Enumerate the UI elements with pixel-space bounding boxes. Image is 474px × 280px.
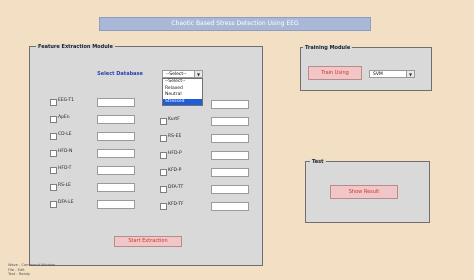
feature-row: EEG-T1 bbox=[50, 98, 140, 107]
feature-value-field[interactable] bbox=[211, 185, 249, 194]
feature-checkbox[interactable] bbox=[50, 150, 57, 157]
feature-value-field[interactable] bbox=[97, 132, 135, 141]
start-extraction-button[interactable]: Start Extraction bbox=[114, 236, 182, 247]
feature-label: HFD-T bbox=[58, 166, 72, 171]
feature-checkbox[interactable] bbox=[50, 201, 57, 208]
feature-label: RS-LE bbox=[58, 183, 71, 188]
feature-checkbox[interactable] bbox=[160, 152, 167, 159]
feature-row: KurtF bbox=[160, 117, 252, 126]
feature-checkbox[interactable] bbox=[50, 99, 57, 106]
feature-value-field[interactable] bbox=[97, 115, 135, 124]
feature-row: KFD-TF bbox=[160, 202, 252, 211]
feature-row: HFD-P bbox=[160, 151, 252, 160]
feature-value-field[interactable] bbox=[211, 100, 249, 109]
feature-row: DFA-TT bbox=[160, 185, 252, 194]
feature-value-field[interactable] bbox=[97, 183, 135, 192]
feature-label: ApEn bbox=[58, 115, 70, 120]
database-dropdown[interactable]: --Select-- ▼ bbox=[162, 70, 203, 78]
feature-label: CD-LE bbox=[58, 132, 72, 137]
feature-checkbox[interactable] bbox=[50, 133, 57, 140]
feature-checkbox[interactable] bbox=[160, 186, 167, 193]
feature-checkbox[interactable] bbox=[160, 203, 167, 210]
feature-row: ApEn bbox=[50, 115, 140, 124]
feature-checkbox[interactable] bbox=[160, 135, 167, 142]
feature-label: RS-EE bbox=[168, 134, 182, 139]
chevron-down-icon[interactable]: ▼ bbox=[406, 71, 414, 77]
status-area: Wave - Command Window File - Edit Text -… bbox=[8, 263, 78, 277]
feature-value-field[interactable] bbox=[97, 149, 135, 158]
feature-label: HFD-N bbox=[58, 149, 73, 154]
feature-value-field[interactable] bbox=[97, 166, 135, 175]
database-selected-value: --Select-- bbox=[166, 72, 187, 77]
feature-row: HFD-T bbox=[50, 166, 140, 175]
feature-row: HFD-N bbox=[50, 149, 140, 158]
feature-value-field[interactable] bbox=[211, 168, 249, 177]
train-using-button[interactable]: Train Using bbox=[308, 66, 362, 80]
feature-value-field[interactable] bbox=[211, 117, 249, 126]
feature-value-field[interactable] bbox=[211, 202, 249, 211]
classifier-selected-value: SVM bbox=[373, 72, 383, 77]
feature-label: KFD-P bbox=[168, 168, 182, 173]
feature-checkbox[interactable] bbox=[160, 118, 167, 125]
feature-row: KFD-P bbox=[160, 168, 252, 177]
feature-row: DFA-LE bbox=[50, 200, 140, 209]
feature-value-field[interactable] bbox=[211, 134, 249, 143]
feature-label: KurtF bbox=[168, 117, 180, 122]
feature-label: DFA-TT bbox=[168, 185, 184, 190]
feature-label: HFD-P bbox=[168, 151, 182, 156]
select-database-label: Select Database bbox=[97, 71, 143, 77]
app-title: Chaotic Based Stress Detection Using EEG bbox=[99, 17, 371, 31]
result-panel-label: Test bbox=[310, 159, 326, 165]
feature-label: KFD-TF bbox=[168, 202, 184, 207]
feature-row: RS-LE bbox=[50, 183, 140, 192]
show-result-button[interactable]: Show Result bbox=[330, 185, 398, 199]
feature-value-field[interactable] bbox=[97, 98, 135, 107]
classifier-dropdown[interactable]: SVM ▼ bbox=[369, 70, 415, 78]
feature-value-field[interactable] bbox=[97, 200, 135, 209]
feature-row: RS-EE bbox=[160, 134, 252, 143]
chevron-down-icon[interactable]: ▼ bbox=[194, 71, 202, 77]
status-line: Text - Ready bbox=[8, 272, 31, 276]
feature-checkbox[interactable] bbox=[50, 167, 57, 174]
feature-label: EEG-T1 bbox=[58, 98, 74, 103]
feature-checkbox[interactable] bbox=[50, 116, 57, 123]
feature-row bbox=[160, 100, 252, 109]
feature-checkbox[interactable] bbox=[160, 169, 167, 176]
training-module-label: Training Module bbox=[303, 45, 353, 51]
feature-label: DFA-LE bbox=[58, 200, 74, 205]
feature-extraction-label: Feature Extraction Module bbox=[36, 44, 115, 50]
feature-value-field[interactable] bbox=[211, 151, 249, 160]
feature-row: CD-LE bbox=[50, 132, 140, 141]
feature-checkbox[interactable] bbox=[50, 184, 57, 191]
